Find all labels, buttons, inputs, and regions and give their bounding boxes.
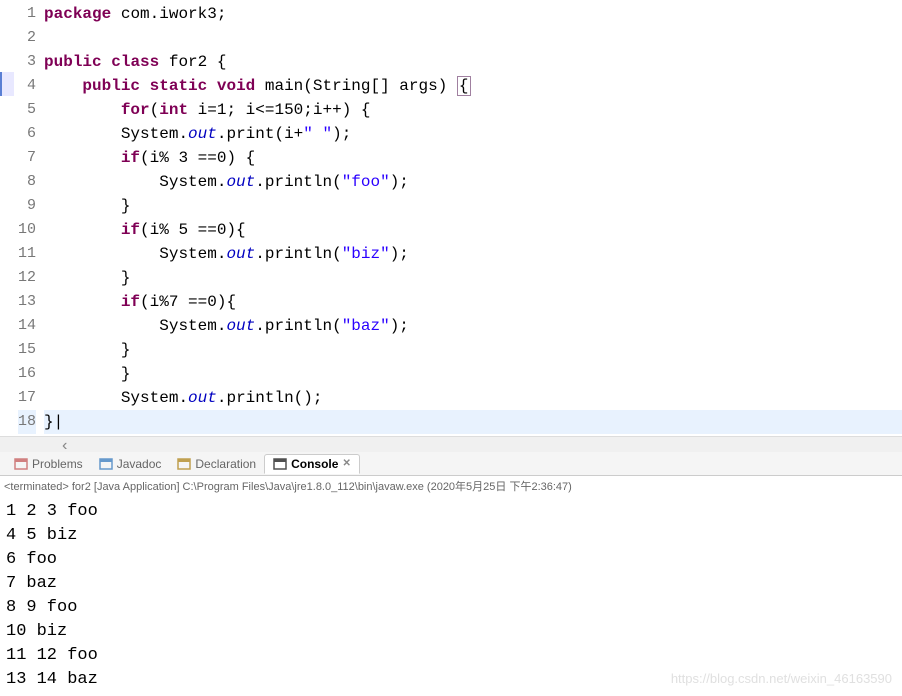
line-number: 13: [18, 290, 36, 314]
line-number: 10: [18, 218, 36, 242]
code-line[interactable]: package com.iwork3;: [44, 2, 902, 26]
close-icon[interactable]: ✕: [342, 458, 350, 469]
line-number: 7: [18, 146, 36, 170]
code-line[interactable]: }: [44, 266, 902, 290]
code-line[interactable]: }: [44, 362, 902, 386]
console-line: 6 foo: [6, 548, 896, 572]
code-area[interactable]: package com.iwork3; public class for2 { …: [44, 0, 902, 436]
marker-cell: [0, 312, 14, 336]
bottom-tabs: Problems Javadoc Declaration Console ✕: [0, 452, 902, 476]
marker-cell: [0, 72, 14, 96]
declaration-icon: [177, 457, 191, 471]
line-number: 2: [18, 26, 36, 50]
line-number: 1: [18, 2, 36, 26]
marker-cell: [0, 48, 14, 72]
console-line: 1 2 3 foo: [6, 500, 896, 524]
javadoc-icon: [99, 457, 113, 471]
marker-cell: [0, 240, 14, 264]
console-line: 10 biz: [6, 620, 896, 644]
tab-javadoc[interactable]: Javadoc: [91, 455, 170, 473]
line-number: 4: [18, 74, 36, 98]
marker-cell: [0, 192, 14, 216]
line-number: 3: [18, 50, 36, 74]
marker-cell: [0, 24, 14, 48]
tab-problems[interactable]: Problems: [6, 455, 91, 473]
marker-cell: [0, 336, 14, 360]
marker-cell: [0, 360, 14, 384]
line-number: 6: [18, 122, 36, 146]
console-line: 11 12 foo: [6, 644, 896, 668]
code-line[interactable]: [44, 26, 902, 50]
tab-label: Declaration: [195, 457, 256, 471]
console-status-line: <terminated> for2 [Java Application] C:\…: [0, 476, 902, 496]
marker-cell: [0, 0, 14, 24]
marker-cell: [0, 288, 14, 312]
code-line[interactable]: }|: [44, 410, 902, 434]
line-number: 12: [18, 266, 36, 290]
marker-cell: [0, 96, 14, 120]
marker-cell: [0, 264, 14, 288]
code-line[interactable]: public class for2 {: [44, 50, 902, 74]
line-number: 14: [18, 314, 36, 338]
problems-icon: [14, 457, 28, 471]
code-line[interactable]: if(i%7 ==0){: [44, 290, 902, 314]
code-line[interactable]: if(i% 3 ==0) {: [44, 146, 902, 170]
console-line: 4 5 biz: [6, 524, 896, 548]
code-editor[interactable]: 123456789101112131415161718 package com.…: [0, 0, 902, 436]
code-line[interactable]: }: [44, 194, 902, 218]
console-line: 8 9 foo: [6, 596, 896, 620]
line-number: 18: [18, 410, 36, 434]
line-number: 8: [18, 170, 36, 194]
console-line: 7 baz: [6, 572, 896, 596]
marker-cell: [0, 120, 14, 144]
line-number: 5: [18, 98, 36, 122]
watermark-text: https://blog.csdn.net/weixin_46163590: [671, 671, 892, 686]
tab-label: Console: [291, 457, 338, 471]
tab-console[interactable]: Console ✕: [264, 454, 360, 474]
tab-declaration[interactable]: Declaration: [169, 455, 264, 473]
code-line[interactable]: for(int i=1; i<=150;i++) {: [44, 98, 902, 122]
marker-cell: [0, 384, 14, 408]
code-line[interactable]: System.out.println("biz");: [44, 242, 902, 266]
console-output[interactable]: 1 2 3 foo4 5 biz6 foo7 baz8 9 foo10 biz1…: [0, 496, 902, 696]
code-line[interactable]: System.out.println("foo");: [44, 170, 902, 194]
code-line[interactable]: if(i% 5 ==0){: [44, 218, 902, 242]
tab-label: Problems: [32, 457, 83, 471]
marker-column: [0, 0, 14, 436]
line-number: 16: [18, 362, 36, 386]
console-icon: [273, 457, 287, 471]
scroll-left-arrow[interactable]: ‹: [60, 437, 80, 452]
code-line[interactable]: }: [44, 338, 902, 362]
marker-cell: [0, 168, 14, 192]
code-line[interactable]: System.out.println();: [44, 386, 902, 410]
marker-cell: [0, 144, 14, 168]
code-line[interactable]: public static void main(String[] args) {: [44, 74, 902, 98]
line-number: 11: [18, 242, 36, 266]
horizontal-scrollbar[interactable]: ‹: [0, 436, 902, 452]
line-number: 15: [18, 338, 36, 362]
line-number: 9: [18, 194, 36, 218]
line-number-gutter: 123456789101112131415161718: [14, 0, 44, 436]
marker-cell: [0, 408, 14, 432]
line-number: 17: [18, 386, 36, 410]
tab-label: Javadoc: [117, 457, 162, 471]
code-line[interactable]: System.out.print(i+" ");: [44, 122, 902, 146]
marker-cell: [0, 216, 14, 240]
code-line[interactable]: System.out.println("baz");: [44, 314, 902, 338]
